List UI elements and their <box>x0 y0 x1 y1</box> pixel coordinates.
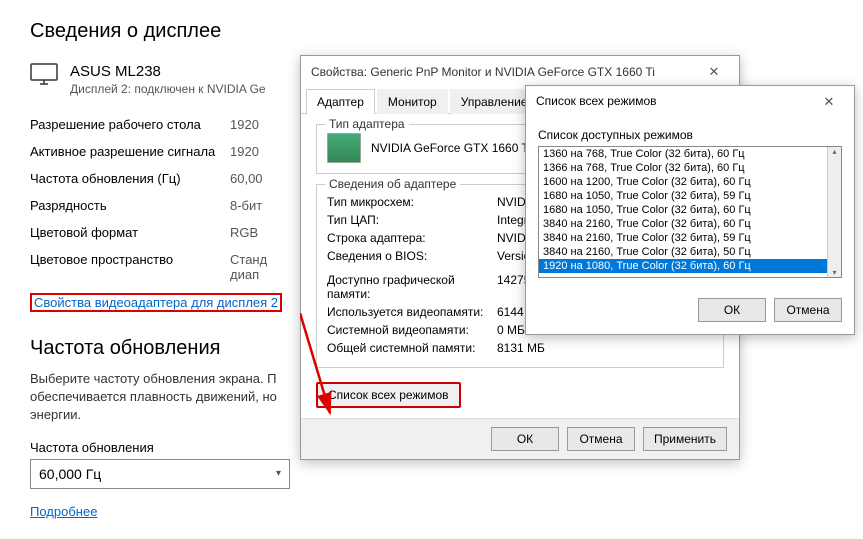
modes-listbox[interactable]: 1360 на 768, True Color (32 бита), 60 Гц… <box>538 146 842 278</box>
monitor-connection: Дисплей 2: подключен к NVIDIA Ge <box>70 82 266 96</box>
apply-button[interactable]: Применить <box>643 427 727 451</box>
adapter-name: NVIDIA GeForce GTX 1660 Ti <box>371 141 531 155</box>
cancel-button[interactable]: Отмена <box>774 298 842 322</box>
mode-item[interactable]: 3840 на 2160, True Color (32 бита), 59 Г… <box>539 231 841 245</box>
mode-item[interactable]: 1360 на 768, True Color (32 бита), 60 Гц <box>539 147 841 161</box>
adapter-details-group-title: Сведения об адаптере <box>325 177 460 191</box>
mode-item[interactable]: 3840 на 2160, True Color (32 бита), 50 Г… <box>539 245 841 259</box>
scrollbar[interactable]: ▴▾ <box>827 147 841 277</box>
tab-monitor[interactable]: Монитор <box>377 89 448 114</box>
all-modes-dialog: Список всех режимов ✕ Список доступных р… <box>525 85 855 335</box>
dialog-title: Свойства: Generic PnP Monitor и NVIDIA G… <box>311 65 699 79</box>
close-icon[interactable]: ✕ <box>699 64 729 80</box>
mode-item[interactable]: 1366 на 768, True Color (32 бита), 60 Гц <box>539 161 841 175</box>
mode-item[interactable]: 1680 на 1050, True Color (32 бита), 60 Г… <box>539 203 841 217</box>
mode-item[interactable]: 1600 на 1200, True Color (32 бита), 60 Г… <box>539 175 841 189</box>
adapter-type-group-title: Тип адаптера <box>325 117 409 131</box>
adapter-detail-row: Общей системной памяти:8131 МБ <box>327 339 713 357</box>
gpu-card-icon <box>327 133 361 163</box>
tab-adapter[interactable]: Адаптер <box>306 89 375 114</box>
monitor-name: ASUS ML238 <box>70 63 266 80</box>
page-title: Сведения о дисплее <box>30 20 833 43</box>
list-all-modes-button[interactable]: Список всех режимов <box>316 382 461 408</box>
refresh-rate-select[interactable]: 60,000 Гц ▾ <box>30 459 290 489</box>
mode-item[interactable]: 3840 на 2160, True Color (32 бита), 60 Г… <box>539 217 841 231</box>
modes-list-label: Список доступных режимов <box>538 128 842 142</box>
close-icon[interactable]: ✕ <box>814 94 844 110</box>
dialog-title: Список всех режимов <box>536 94 814 110</box>
mode-item[interactable]: 1680 на 1050, True Color (32 бита), 59 Г… <box>539 189 841 203</box>
chevron-down-icon: ▾ <box>276 468 281 479</box>
cancel-button[interactable]: Отмена <box>567 427 635 451</box>
mode-item-selected[interactable]: 1920 на 1080, True Color (32 бита), 60 Г… <box>539 259 841 273</box>
refresh-rate-description: Выберите частоту обновления экрана. П об… <box>30 370 280 425</box>
more-info-link[interactable]: Подробнее <box>30 504 97 519</box>
ok-button[interactable]: ОК <box>491 427 559 451</box>
monitor-icon <box>30 63 58 88</box>
ok-button[interactable]: ОК <box>698 298 766 322</box>
adapter-properties-link[interactable]: Свойства видеоадаптера для дисплея 2 <box>34 295 278 310</box>
